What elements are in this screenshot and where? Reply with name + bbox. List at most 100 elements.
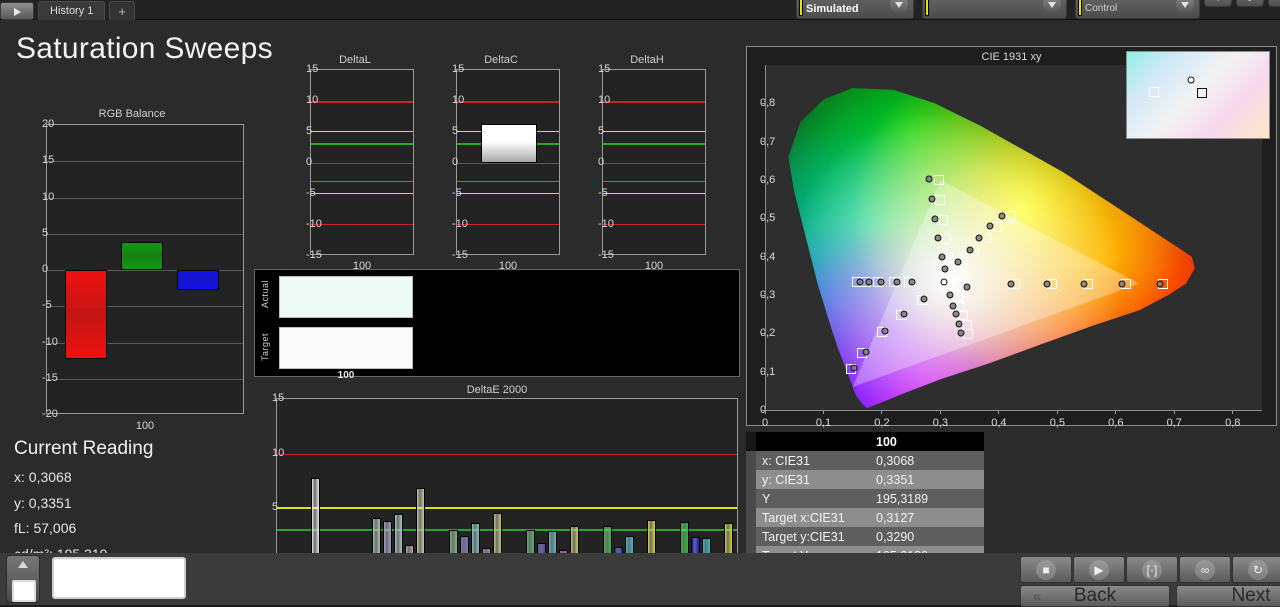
cie-inset-target-point-2 xyxy=(1197,88,1208,99)
chevron-down-icon[interactable] xyxy=(1043,0,1061,13)
chart-cie-1931-xy: CIE 1931 xy 00,10,20,30,40,50,60,70,800,… xyxy=(746,46,1277,429)
gear-icon[interactable]: ⚙ xyxy=(1204,0,1232,7)
bar-20pct-yellow xyxy=(415,488,425,563)
limit-line-10 xyxy=(603,101,705,103)
bar-100-white xyxy=(311,477,320,563)
limit-line-3.2 xyxy=(603,143,705,145)
limit-line-10 xyxy=(311,101,413,103)
main-stage: Saturation Sweeps RGB Balance -20-15-10-… xyxy=(0,20,1280,580)
table-row[interactable]: Y 195,3189 xyxy=(746,489,984,508)
cie-measured-point xyxy=(963,283,971,291)
table-cell-key: Target x:CIE31 xyxy=(762,510,845,525)
cie-measured-point xyxy=(941,265,949,273)
cie-measured-point xyxy=(1043,280,1051,287)
cie-measured-point xyxy=(934,234,942,242)
table-header-row: 100 xyxy=(746,432,984,451)
table-row[interactable]: y: CIE31 0,3351 xyxy=(746,470,984,489)
stop-button[interactable]: ■ xyxy=(1020,556,1072,583)
cie-measured-point xyxy=(940,278,948,286)
cie-measured-point xyxy=(900,310,908,318)
cie-measured-point xyxy=(946,291,954,299)
meter-status-bar xyxy=(799,0,803,16)
play-button[interactable]: ▶ xyxy=(1073,556,1125,583)
plot-area-delta-h xyxy=(602,69,706,255)
chevron-up-icon xyxy=(18,561,28,568)
continuous-button[interactable]: ∞ xyxy=(1179,556,1231,583)
chevron-down-icon[interactable] xyxy=(890,0,908,13)
gridline-0 xyxy=(311,163,413,164)
bar-delta xyxy=(481,123,537,163)
limit-line--9.8 xyxy=(457,223,559,226)
page-title: Saturation Sweeps xyxy=(16,32,273,65)
cie-measured-point xyxy=(920,295,928,303)
table-cell-value: 0,3290 xyxy=(876,529,915,544)
cie-target-point xyxy=(981,233,992,244)
table-cell-value: 0,3068 xyxy=(876,453,915,468)
limit-line-10 xyxy=(277,453,737,456)
actual-label: Actual xyxy=(260,280,270,309)
gridline-10 xyxy=(47,197,243,199)
measure-window-icon[interactable] xyxy=(6,555,40,603)
single-measure-button[interactable]: [·] xyxy=(1126,556,1178,583)
next-button[interactable]: Next » xyxy=(1176,585,1280,607)
cie-measured-point xyxy=(877,278,885,286)
stop-icon: ■ xyxy=(1036,559,1056,580)
table-row[interactable]: x: CIE31 0,3068 xyxy=(746,451,984,470)
display-control-dropdown-label: Direct Display Control xyxy=(1085,0,1147,14)
cie-xtick-7: 0,7 xyxy=(1166,417,1182,429)
table-header-value: 100 xyxy=(876,434,897,449)
chevron-left-icon: « xyxy=(1033,587,1042,605)
limit-line--4.8 xyxy=(603,192,705,195)
limit-line--9.8 xyxy=(311,223,413,226)
question-icon[interactable]: ? xyxy=(1236,0,1264,7)
cie-measured-point xyxy=(1118,280,1126,287)
cie-measured-point xyxy=(966,246,974,254)
chart-title-delta-e-2000: DeltaE 2000 xyxy=(466,384,528,396)
cie-measured-point xyxy=(881,327,889,335)
cie-xtick-6: 0,6 xyxy=(1108,417,1124,429)
play-icon[interactable] xyxy=(0,2,34,20)
limit-line-5.2 xyxy=(311,130,413,133)
cie-measured-point xyxy=(938,253,946,261)
cie-xtick-1: 0,1 xyxy=(815,417,832,429)
back-arrow-icon[interactable]: ◀ xyxy=(1268,0,1280,7)
chevron-down-icon[interactable] xyxy=(1176,0,1194,13)
current-reading-fl: fL: 57,006 xyxy=(14,520,77,536)
cie-measured-point xyxy=(1156,280,1164,287)
cie-measured-point xyxy=(865,278,873,286)
cie-target-point xyxy=(961,319,972,330)
bar-blue xyxy=(177,270,219,290)
cie-y-axis-line xyxy=(765,65,766,410)
chart-delta-h: DeltaH -15-10-5051015100 xyxy=(584,54,710,272)
table-row[interactable]: Target y:CIE31 0,3290 xyxy=(746,527,984,546)
cie-target-point xyxy=(937,214,948,225)
cie-measured-point xyxy=(986,222,994,230)
back-button[interactable]: « Back xyxy=(1020,585,1170,607)
meter-dropdown[interactable]: Simulated Meter Simulated xyxy=(796,0,914,19)
row-gutter xyxy=(746,470,756,489)
chart-delta-c: DeltaC -15-10-5051015100 xyxy=(438,54,564,272)
add-tab-button[interactable]: + xyxy=(109,1,135,20)
cie-xtick-4: 0,4 xyxy=(991,417,1007,429)
history-tab-strip: History 1 + xyxy=(0,0,135,20)
cie-measured-point xyxy=(957,329,965,337)
refresh-button[interactable]: ↻ xyxy=(1232,556,1280,583)
chart-delta-l: DeltaL -15-10-5051015100 xyxy=(292,54,418,272)
cie-measured-point xyxy=(908,278,916,286)
toolbar-controls: Simulated Meter Simulated Source Direct … xyxy=(796,0,1280,19)
cie-target-point xyxy=(952,291,963,302)
target-swatch xyxy=(279,327,413,369)
xtick-100: 100 xyxy=(135,420,155,432)
gridline-0 xyxy=(603,163,705,164)
display-control-status-bar xyxy=(1078,0,1082,16)
table-cell-key: Y xyxy=(762,491,771,506)
display-control-dropdown[interactable]: Direct Display Control xyxy=(1075,0,1200,19)
tab-history-1[interactable]: History 1 xyxy=(38,1,106,20)
table-row[interactable]: Target x:CIE31 0,3127 xyxy=(746,508,984,527)
gridline-5 xyxy=(47,233,243,235)
source-dropdown[interactable]: Source xyxy=(922,0,1067,19)
cie-target-point xyxy=(933,175,944,185)
patch-window[interactable] xyxy=(52,557,186,599)
limit-line--2.9 xyxy=(311,180,413,183)
meter-dropdown-value: Simulated xyxy=(806,3,859,15)
